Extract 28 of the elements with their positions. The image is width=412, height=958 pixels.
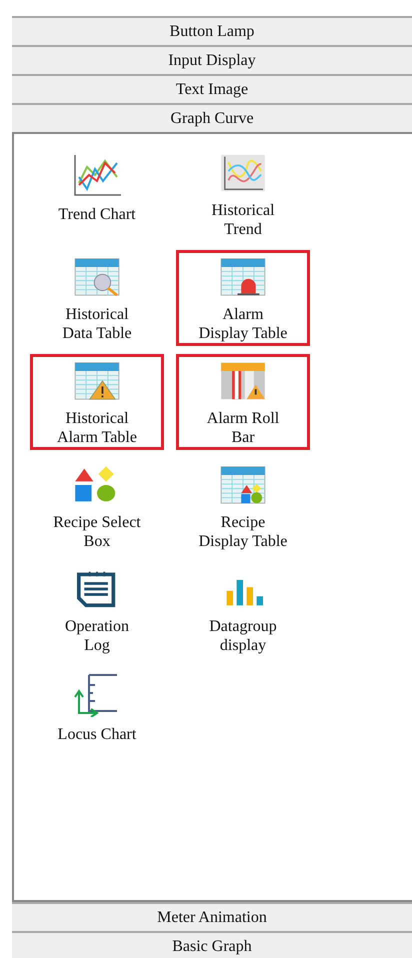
component-label: Operation Log [65, 617, 129, 655]
component-item[interactable]: Recipe Display Table [176, 458, 310, 554]
category-header[interactable]: Basic Graph [12, 931, 412, 958]
component-label: Datagroup display [209, 617, 277, 655]
component-item[interactable]: Historical Trend [176, 146, 310, 242]
component-item[interactable]: Datagroup display [176, 562, 310, 658]
component-label: Historical Alarm Table [57, 409, 137, 447]
component-item[interactable]: Historical Alarm Table [30, 354, 164, 450]
component-item[interactable]: Locus Chart [30, 666, 164, 762]
category-header[interactable]: Meter Animation [12, 902, 412, 931]
category-header[interactable]: Graph Curve [12, 103, 412, 132]
category-header[interactable]: Input Display [12, 45, 412, 74]
component-label: Historical Trend [211, 201, 275, 239]
category-header[interactable]: Text Image [12, 74, 412, 103]
component-item[interactable]: Historical Data Table [30, 250, 164, 346]
component-label: Alarm Display Table [198, 305, 288, 343]
component-item[interactable]: Trend Chart [30, 146, 164, 242]
category-header[interactable]: Button Lamp [12, 16, 412, 45]
component-item[interactable]: Operation Log [30, 562, 164, 658]
component-label: Recipe Display Table [198, 513, 288, 551]
component-label: Locus Chart [58, 725, 136, 744]
component-item[interactable]: Alarm Display Table [176, 250, 310, 346]
component-label: Historical Data Table [62, 305, 132, 343]
component-label: Alarm Roll Bar [206, 409, 280, 447]
component-label: Recipe Select Box [53, 513, 141, 551]
component-item[interactable]: Alarm Roll Bar [176, 354, 310, 450]
component-label: Trend Chart [58, 205, 136, 224]
component-item[interactable]: Recipe Select Box [30, 458, 164, 554]
